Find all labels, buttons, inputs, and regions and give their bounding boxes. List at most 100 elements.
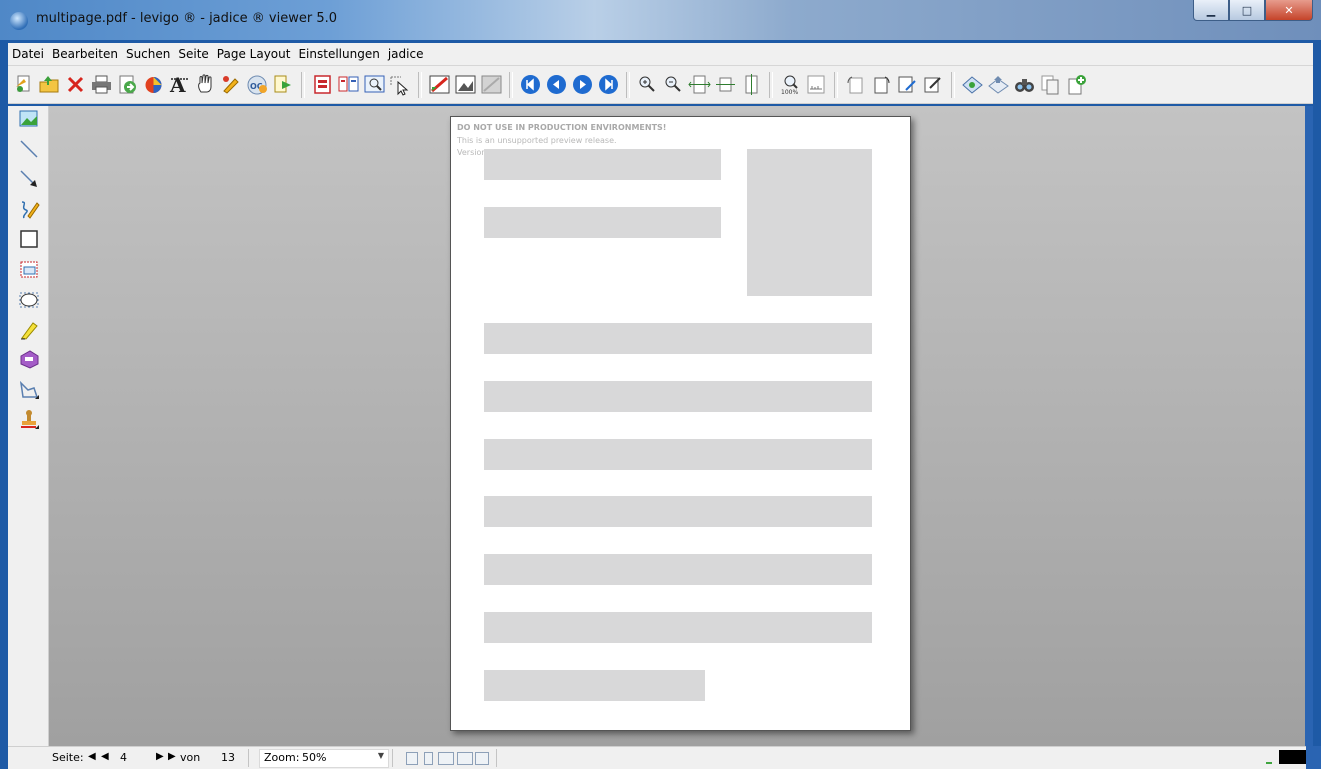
last-page-button[interactable]: ▶ <box>168 751 176 762</box>
last-page-icon[interactable] <box>597 73 620 96</box>
zoom-in-icon[interactable] <box>636 73 659 96</box>
stamp-tool-icon[interactable] <box>18 408 40 430</box>
menu-einstellungen[interactable]: Einstellungen <box>294 47 383 61</box>
print-icon[interactable] <box>90 73 113 96</box>
next-page-icon[interactable] <box>571 73 594 96</box>
sticky-note-tool-icon[interactable] <box>18 348 40 370</box>
toolbar-separator <box>769 71 773 98</box>
menu-seite[interactable]: Seite <box>174 47 212 61</box>
watermark-preview-note: This is an unsupported preview release. <box>457 136 617 145</box>
menu-bearbeiten[interactable]: Bearbeiten <box>48 47 122 61</box>
two-page-icon[interactable] <box>337 73 360 96</box>
layers-icon[interactable] <box>987 73 1010 96</box>
two-page-layout-icon[interactable] <box>438 752 454 765</box>
rectangle-tool-icon[interactable] <box>18 228 40 250</box>
pointer-icon[interactable] <box>389 73 412 96</box>
previous-page-icon[interactable] <box>545 73 568 96</box>
copy-icon[interactable] <box>1039 73 1062 96</box>
ellipse-tool-icon[interactable] <box>18 288 40 310</box>
document-page[interactable]: DO NOT USE IN PRODUCTION ENVIRONMENTS! T… <box>450 116 911 731</box>
search-binoculars-icon[interactable] <box>1013 73 1036 96</box>
status-separator <box>392 749 393 767</box>
toolbar-separator <box>834 71 838 98</box>
zoom-100-icon[interactable]: 100% <box>779 73 802 96</box>
menu-page-layout[interactable]: Page Layout <box>213 47 295 61</box>
stamp-icon[interactable] <box>961 73 984 96</box>
watermark-warning: DO NOT USE IN PRODUCTION ENVIRONMENTS! <box>457 123 667 132</box>
text-box-tool-icon[interactable] <box>18 258 40 280</box>
highlighter-tool-icon[interactable] <box>18 318 40 340</box>
settings-icon[interactable] <box>1065 73 1088 96</box>
minimize-button[interactable]: ▁ <box>1193 0 1229 21</box>
edit-page-icon[interactable] <box>896 73 919 96</box>
rotate-left-icon[interactable] <box>844 73 867 96</box>
maximize-button[interactable]: □ <box>1229 0 1265 21</box>
fit-height-icon[interactable] <box>714 73 737 96</box>
content-placeholder <box>484 149 721 180</box>
maximize-icon: □ <box>1241 3 1253 17</box>
annotation-toolbar <box>8 106 49 746</box>
menu-jadice[interactable]: jadice <box>384 47 428 61</box>
close-document-icon[interactable] <box>64 73 87 96</box>
zoom-select[interactable]: Zoom: 50% ▼ <box>259 749 389 768</box>
magnifier-frame-icon[interactable] <box>363 73 386 96</box>
title-bar[interactable]: multipage.pdf - levigo ® - jadice ® view… <box>0 0 1321 40</box>
ocr-icon[interactable]: OC <box>246 73 269 96</box>
of-label: von <box>180 751 201 764</box>
continuous-page-icon[interactable] <box>424 752 433 765</box>
total-pages: 13 <box>221 751 235 764</box>
previous-page-button[interactable]: ◀ <box>101 751 109 762</box>
arrow-tool-icon[interactable] <box>18 168 40 190</box>
content-placeholder <box>484 323 872 354</box>
open-folder-icon[interactable] <box>38 73 61 96</box>
ruler-icon[interactable] <box>805 73 828 96</box>
svg-text:100%: 100% <box>781 89 798 96</box>
close-button[interactable]: ✕ <box>1265 0 1313 21</box>
menu-suchen[interactable]: Suchen <box>122 47 174 61</box>
export-icon[interactable] <box>116 73 139 96</box>
pan-hand-icon[interactable] <box>194 73 217 96</box>
single-page-icon[interactable] <box>406 752 418 765</box>
annotate-icon[interactable] <box>220 73 243 96</box>
fit-page-icon[interactable] <box>740 73 763 96</box>
next-doc-icon[interactable] <box>272 73 295 96</box>
text-select-icon[interactable]: A <box>168 73 191 97</box>
next-page-button[interactable]: ▶ <box>156 751 164 762</box>
first-page-icon[interactable] <box>519 73 542 96</box>
freehand-tool-icon[interactable] <box>18 198 40 220</box>
image-placeholder <box>747 149 872 296</box>
chevron-down-icon[interactable]: ▼ <box>378 751 384 760</box>
content-placeholder <box>484 496 872 527</box>
content-placeholder <box>484 670 705 701</box>
vertical-scrollbar[interactable] <box>1305 106 1313 746</box>
app-globe-icon[interactable] <box>10 12 28 30</box>
content-placeholder <box>484 207 721 238</box>
app-window: multipage.pdf - levigo ® - jadice ® view… <box>0 0 1321 769</box>
menu-datei[interactable]: Datei <box>8 47 48 61</box>
main-toolbar: A OC 100% <box>8 66 1313 104</box>
polygon-tool-icon[interactable] <box>18 378 40 400</box>
status-bar: Seite: ◀ ◀ 4 ▶ ▶ von 13 Zoom: 50% ▼ <box>8 746 1313 769</box>
page-view-icon[interactable] <box>311 73 334 96</box>
fit-width-icon[interactable] <box>688 73 711 96</box>
content-placeholder <box>484 554 872 585</box>
first-page-button[interactable]: ◀ <box>88 751 96 762</box>
document-canvas[interactable]: DO NOT USE IN PRODUCTION ENVIRONMENTS! T… <box>49 106 1305 746</box>
color-icon[interactable] <box>142 73 165 96</box>
thumbnail-layout-icon[interactable] <box>475 752 489 765</box>
gray-box-icon[interactable] <box>480 73 503 96</box>
rotate-right-icon[interactable] <box>870 73 893 96</box>
line-tool-icon[interactable] <box>18 138 40 160</box>
current-page-field[interactable]: 4 <box>120 751 127 764</box>
edit-doc-icon[interactable] <box>922 73 945 96</box>
image-annotation-icon[interactable] <box>454 73 477 96</box>
toolbar-separator <box>951 71 955 98</box>
open-document-icon[interactable] <box>12 73 35 96</box>
toolbar-separator <box>509 71 513 98</box>
grid-layout-icon[interactable] <box>457 752 473 765</box>
zoom-out-icon[interactable] <box>662 73 685 96</box>
red-annotation-icon[interactable] <box>428 73 451 96</box>
window-controls: ▁ □ ✕ <box>1193 0 1313 22</box>
image-tool-icon[interactable] <box>18 108 40 130</box>
svg-text:A: A <box>169 73 186 96</box>
